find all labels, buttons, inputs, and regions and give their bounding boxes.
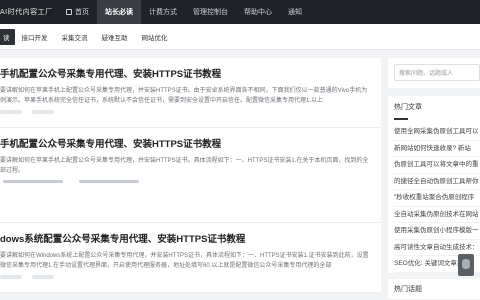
nav-item-label: 站长必读 xyxy=(105,9,133,16)
hot-topics-panel: 热门话题 xyxy=(388,278,480,299)
search-panel: 搜索问题、话题或人 xyxy=(388,58,480,88)
article-card[interactable]: 手机配置公众号采集专用代理、安装HTTPS证书教程 要讲解如何在苹果手机上配置公… xyxy=(0,58,381,128)
site-logo[interactable]: AI时代内容工厂 xyxy=(0,7,53,17)
hot-article-link[interactable]: "秒收权重站聚合伪原创程序 xyxy=(394,190,480,207)
article-meta xyxy=(0,110,371,116)
article-card[interactable]: 手机配置公众号采集专用代理、安装HTTPS证书教程 要讲解如何在苹果手机上配置公… xyxy=(0,128,381,223)
main-nav: 首页 站长必读 计费方式 管理控制台 帮助中心 通知 xyxy=(58,0,310,24)
article-summary: 要讲解如何在苹果手机上配置公众号采集专用代理，并安装HTTPS证书。具体流程如下… xyxy=(0,158,369,174)
article-card[interactable]: dows系统配置公众号采集专用代理、安装HTTPS证书教程 要讲解如何在Wind… xyxy=(0,223,381,293)
subnav-item-api[interactable]: 接口开发 xyxy=(15,29,55,45)
nav-item-label: 管理控制台 xyxy=(193,9,228,16)
hot-article-link[interactable]: 使用采集伪原创小程序模版一 xyxy=(394,223,480,240)
panel-underline xyxy=(394,118,408,120)
article-title[interactable]: 手机配置公众号采集专用代理、安装HTTPS证书教程 xyxy=(0,66,371,80)
nav-item-billing[interactable]: 计费方式 xyxy=(141,0,185,24)
home-icon xyxy=(66,9,72,15)
nav-item-home[interactable]: 首页 xyxy=(58,0,97,24)
subnav-item-read[interactable]: 读 xyxy=(0,28,15,45)
meta-placeholder xyxy=(32,275,54,279)
article-title[interactable]: dows系统配置公众号采集专用代理、安装HTTPS证书教程 xyxy=(0,231,371,245)
hot-article-link[interactable]: 使用全网采集伪原创工具可以 xyxy=(394,124,480,141)
subnav-item-collect[interactable]: 采集交流 xyxy=(55,29,95,45)
redacted-text xyxy=(79,180,139,183)
article-title[interactable]: 手机配置公众号采集专用代理、安装HTTPS证书教程 xyxy=(0,136,371,150)
page: AI时代内容工厂 首页 站长必读 计费方式 管理控制台 帮助中心 通知 读 接口… xyxy=(0,0,480,300)
nav-item-notice[interactable]: 通知 xyxy=(280,0,310,24)
article-summary: 要讲解如何在Windows系统上配置公众号采集专用代理，并安装HTTPS证书，具… xyxy=(0,253,369,269)
sub-navbar: 读 接口开发 采集交流 疑难互助 网站优化 xyxy=(0,24,480,50)
meta-placeholder xyxy=(32,110,54,114)
meta-placeholder xyxy=(0,110,22,114)
nav-item-help[interactable]: 帮助中心 xyxy=(236,0,280,24)
subnav-item-seo[interactable]: 网站优化 xyxy=(135,29,175,45)
redacted-text xyxy=(3,180,63,183)
avatar[interactable] xyxy=(458,254,474,276)
article-meta xyxy=(0,275,371,281)
nav-item-console[interactable]: 管理控制台 xyxy=(185,0,236,24)
nav-item-webmaster[interactable]: 站长必读 xyxy=(97,0,141,24)
hot-article-link[interactable]: 全自动采集伪原创技术在网站 xyxy=(394,207,480,223)
article-list: 手机配置公众号采集专用代理、安装HTTPS证书教程 要讲解如何在苹果手机上配置公… xyxy=(0,58,381,293)
article-summary: 要讲解如何在苹果手机上配置公众号采集专用代理，并安装HTTPS证书。由于安卓系统… xyxy=(0,88,368,104)
nav-item-label: 帮助中心 xyxy=(244,9,272,16)
panel-title: 热门文章 xyxy=(394,104,422,111)
top-navbar: AI时代内容工厂 首页 站长必读 计费方式 管理控制台 帮助中心 通知 xyxy=(0,0,480,24)
panel-title: 热门话题 xyxy=(394,285,422,293)
hot-articles-panel: 热门文章 使用全网采集伪原创工具可以 新网站如何快速收录? 新站 伪原创工具可以… xyxy=(388,96,480,273)
hot-article-link[interactable]: 的捷径全自动伪原创工具帮你 xyxy=(394,174,480,190)
nav-item-label: 首页 xyxy=(75,9,89,16)
search-input[interactable]: 搜索问题、话题或人 xyxy=(394,64,480,81)
nav-item-label: 计费方式 xyxy=(149,9,177,16)
hot-article-link[interactable]: 伪原创工具可以将文章中的重 xyxy=(394,157,480,174)
meta-placeholder xyxy=(0,275,22,279)
subnav-item-help[interactable]: 疑难互助 xyxy=(95,29,135,45)
article-meta xyxy=(0,180,371,186)
nav-item-label: 通知 xyxy=(288,9,302,16)
hot-article-link[interactable]: 新网站如何快速收录? 新站 xyxy=(394,141,480,157)
